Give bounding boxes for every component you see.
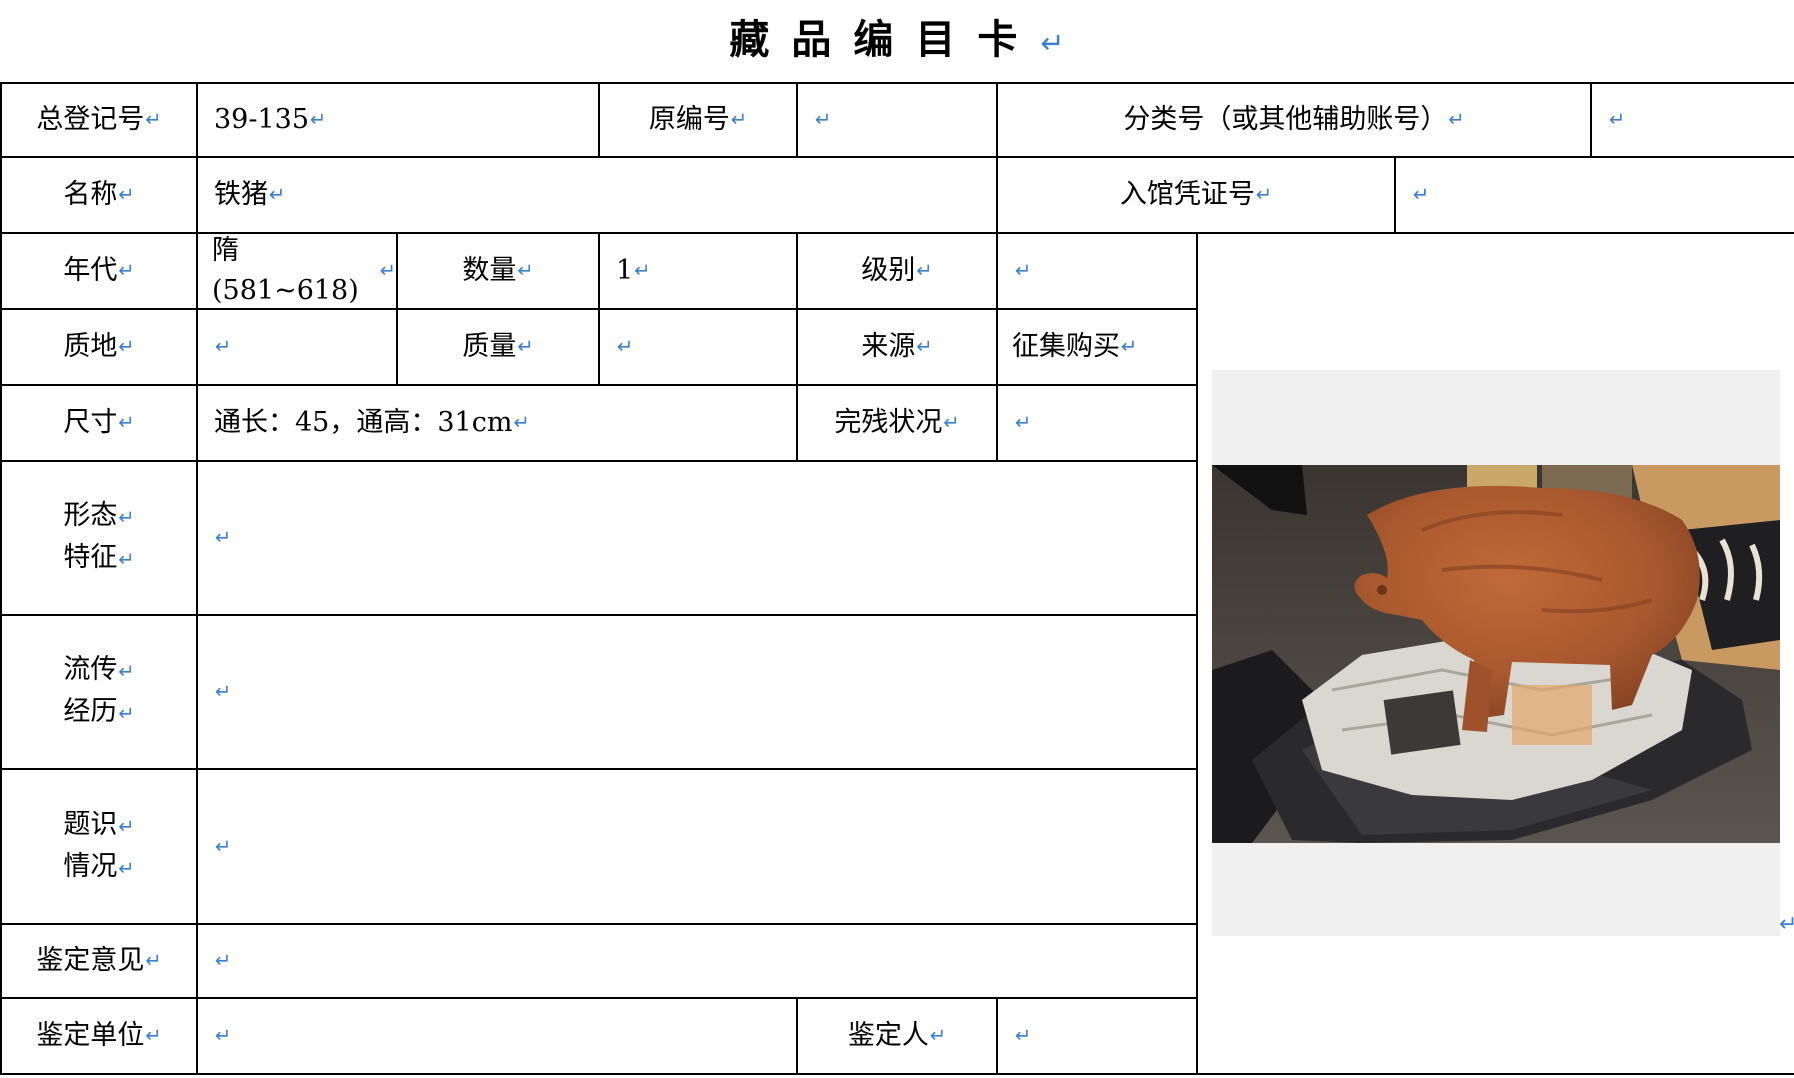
reg-no-label: 总登记号 ↵ <box>36 104 162 135</box>
source-value[interactable]: 征集购买 ↵ <box>998 310 1196 384</box>
name-value[interactable]: 铁猪 ↵ <box>198 158 996 232</box>
form-label: 形态↵ 特征↵ <box>63 500 135 573</box>
class-no-value[interactable]: ↵ <box>1592 84 1792 156</box>
name-label: 名称 ↵ <box>63 179 135 210</box>
paragraph-mark: ↵ <box>1779 912 1794 937</box>
orig-no-label: 原编号 ↵ <box>648 104 748 135</box>
unit-value[interactable]: ↵ <box>198 999 796 1073</box>
material-value[interactable]: ↵ <box>198 310 396 384</box>
condition-value[interactable]: ↵ <box>998 386 1196 460</box>
era-label: 年代 ↵ <box>63 255 135 286</box>
opinion-value[interactable]: ↵ <box>198 925 1196 997</box>
orig-no-value[interactable]: ↵ <box>798 84 996 156</box>
qty-value[interactable]: 1 ↵ <box>600 234 796 308</box>
appraiser-value[interactable]: ↵ <box>998 999 1196 1073</box>
history-label: 流传↵ 经历↵ <box>63 654 135 727</box>
condition-label: 完残状况 ↵ <box>834 407 960 438</box>
voucher-value[interactable]: ↵ <box>1396 158 1792 232</box>
material-label: 质地 ↵ <box>63 331 135 362</box>
weight-value[interactable]: ↵ <box>600 310 796 384</box>
era-value[interactable]: 隋(581~618) ↵ <box>198 234 396 308</box>
grade-value[interactable]: ↵ <box>998 234 1196 308</box>
opinion-label: 鉴定意见 ↵ <box>36 945 162 976</box>
weight-label: 质量 ↵ <box>462 331 534 362</box>
size-value[interactable]: 通长：45，通高：31cm ↵ <box>198 386 796 460</box>
grade-label: 级别 ↵ <box>861 255 933 286</box>
source-label: 来源 ↵ <box>861 331 933 362</box>
card-title: 藏品编目卡↵ <box>729 16 1065 63</box>
artifact-photo-frame <box>1212 370 1780 936</box>
class-no-label: 分类号（或其他辅助账号） ↵ <box>1123 104 1465 135</box>
reg-no-value[interactable]: 39-135 ↵ <box>198 84 598 156</box>
qty-label: 数量 ↵ <box>462 255 534 286</box>
form-value[interactable]: ↵ <box>198 462 1196 614</box>
artifact-photo <box>1212 465 1780 843</box>
voucher-label: 入馆凭证号 ↵ <box>1119 179 1273 210</box>
appraiser-label: 鉴定人 ↵ <box>847 1020 947 1051</box>
inscription-label: 题识↵ 情况↵ <box>63 808 135 882</box>
history-value[interactable]: ↵ <box>198 616 1196 768</box>
inscription-value[interactable]: ↵ <box>198 770 1196 923</box>
unit-label: 鉴定单位 ↵ <box>36 1020 162 1051</box>
size-label: 尺寸 ↵ <box>63 407 135 438</box>
